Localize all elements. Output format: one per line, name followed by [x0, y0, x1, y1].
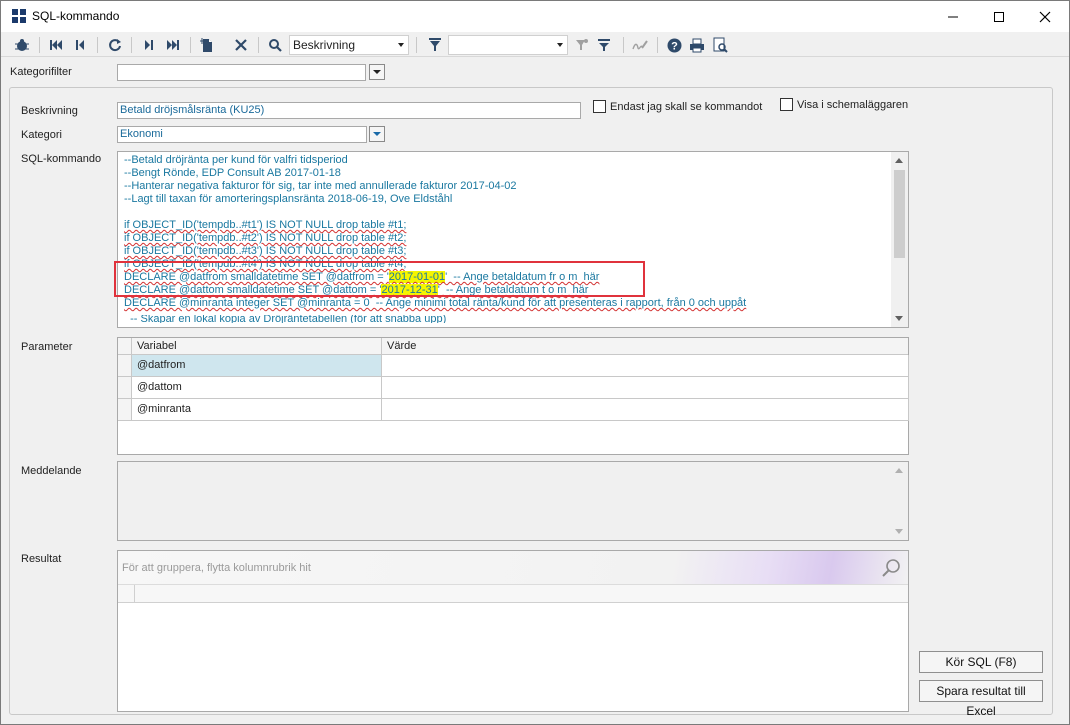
column-header-variable[interactable]: Variabel: [132, 338, 382, 355]
sql-line: --Betald dröjränta per kund för valfri t…: [124, 154, 348, 166]
bug-icon[interactable]: [13, 36, 31, 54]
maximize-icon: [994, 11, 1004, 22]
search-field-combo[interactable]: Beskrivning: [289, 35, 409, 55]
close-icon: [1039, 11, 1051, 22]
search-icon[interactable]: [266, 36, 284, 54]
parameter-variable-cell[interactable]: @datfrom: [132, 355, 382, 377]
group-by-hint: För att gruppera, flytta kolumnrubrik hi…: [122, 562, 311, 574]
chevron-down-icon: [373, 132, 381, 136]
title-bar: SQL-kommando: [1, 1, 1069, 32]
column-header-value[interactable]: Värde: [382, 338, 908, 355]
row-indicator[interactable]: [118, 399, 132, 421]
new-document-icon[interactable]: [198, 36, 216, 54]
parameter-grid-header: Variabel Värde: [118, 338, 908, 355]
sql-line: if OBJECT_ID('tempdb..#t3') IS NOT NULL …: [124, 245, 407, 257]
maximize-button[interactable]: [976, 1, 1022, 32]
refresh-icon[interactable]: [106, 36, 124, 54]
window-title: SQL-kommando: [32, 9, 120, 23]
toolbar: Beskrivning ?: [1, 32, 1069, 57]
message-box[interactable]: [117, 461, 909, 541]
category-filter-dropdown[interactable]: [369, 64, 385, 80]
sql-scrollbar[interactable]: [891, 152, 908, 327]
filter-clear-icon[interactable]: [573, 36, 591, 54]
description-input[interactable]: Betald dröjsmålsränta (KU25): [117, 102, 581, 119]
only-me-label: Endast jag skall se kommandot: [610, 101, 763, 113]
sql-line: --Lagt till taxan för amorteringsplansrä…: [124, 193, 453, 205]
sql-text[interactable]: --Betald dröjränta per kund för valfri t…: [124, 154, 884, 324]
sql-command-window: SQL-kommando Beskrivning ? Kategorifilte…: [0, 0, 1070, 725]
sql-line: --Hanterar negativa fakturor för sig, ta…: [124, 180, 517, 192]
minimize-button[interactable]: [930, 1, 976, 32]
chevron-up-icon[interactable]: [895, 158, 903, 163]
sql-editor[interactable]: --Betald dröjränta per kund för valfri t…: [117, 151, 909, 328]
result-column-header-row: [118, 585, 908, 603]
previous-record-icon[interactable]: [71, 36, 89, 54]
next-record-icon[interactable]: [140, 36, 158, 54]
category-dropdown[interactable]: [369, 126, 385, 142]
sql-line: if OBJECT_ID('tempdb..#t1') IS NOT NULL …: [124, 219, 407, 231]
show-in-scheduler-label: Visa i schemaläggaren: [797, 99, 909, 111]
parameter-value-cell[interactable]: [382, 355, 909, 377]
show-in-scheduler-checkbox[interactable]: [780, 98, 793, 111]
filter-combo[interactable]: [448, 35, 568, 55]
category-filter-input[interactable]: [117, 64, 366, 81]
only-me-checkbox[interactable]: [593, 100, 606, 113]
app-icon: [12, 9, 26, 23]
sql-line: --Bengt Rönde, EDP Consult AB 2017-01-18: [124, 167, 341, 179]
chevron-down-icon: [373, 70, 381, 74]
group-by-panel[interactable]: För att gruppera, flytta kolumnrubrik hi…: [118, 551, 908, 585]
result-label: Resultat: [21, 553, 62, 565]
first-record-icon[interactable]: [47, 36, 65, 54]
row-indicator[interactable]: [118, 355, 132, 377]
highlight-annotation-box: [114, 261, 645, 297]
parameter-variable-cell[interactable]: @dattom: [132, 377, 382, 399]
sql-label: SQL-kommando: [21, 153, 102, 165]
parameter-value-cell[interactable]: [382, 399, 909, 421]
close-button[interactable]: [1022, 1, 1068, 32]
scroll-thumb[interactable]: [894, 170, 905, 258]
row-indicator[interactable]: [118, 377, 132, 399]
message-scrollbar[interactable]: [891, 462, 908, 540]
chevron-down-icon[interactable]: [895, 316, 903, 321]
filter-options-icon[interactable]: [595, 36, 613, 54]
save-to-excel-button[interactable]: Spara resultat till Excel: [919, 680, 1043, 718]
print-preview-icon[interactable]: [711, 36, 729, 54]
sql-line: [124, 206, 884, 219]
sql-line: DECLARE @minranta integer SET @minranta …: [124, 297, 747, 309]
chevron-up-icon[interactable]: [895, 468, 903, 473]
search-icon[interactable]: [882, 558, 902, 581]
help-icon[interactable]: ?: [665, 36, 683, 54]
category-label: Kategori: [21, 129, 62, 141]
minimize-icon: [948, 16, 958, 17]
parameter-grid: Variabel Värde @datfrom @dattom @minrant…: [117, 337, 909, 455]
sql-line: -- Skapar en lokal kopia av Dröjräntetab…: [124, 315, 447, 323]
filter-icon[interactable]: [426, 36, 444, 54]
svg-text:?: ?: [671, 40, 678, 52]
run-sql-button[interactable]: Kör SQL (F8): [919, 651, 1043, 673]
category-filter-label: Kategorifilter: [10, 66, 72, 78]
sql-line: if OBJECT_ID('tempdb..#t2') IS NOT NULL …: [124, 232, 407, 244]
chevron-down-icon[interactable]: [895, 529, 903, 534]
parameter-value-cell[interactable]: [382, 377, 909, 399]
delete-icon[interactable]: [232, 36, 250, 54]
message-label: Meddelande: [21, 465, 82, 477]
search-field-combo-value: Beskrivning: [293, 38, 356, 52]
sign-icon[interactable]: [631, 36, 649, 54]
description-label: Beskrivning: [21, 105, 78, 117]
print-icon[interactable]: [688, 36, 706, 54]
parameter-variable-cell[interactable]: @minranta: [132, 399, 382, 421]
parameter-label: Parameter: [21, 341, 73, 353]
result-grid: För att gruppera, flytta kolumnrubrik hi…: [117, 550, 909, 712]
category-input[interactable]: Ekonomi: [117, 126, 367, 143]
last-record-icon[interactable]: [164, 36, 182, 54]
